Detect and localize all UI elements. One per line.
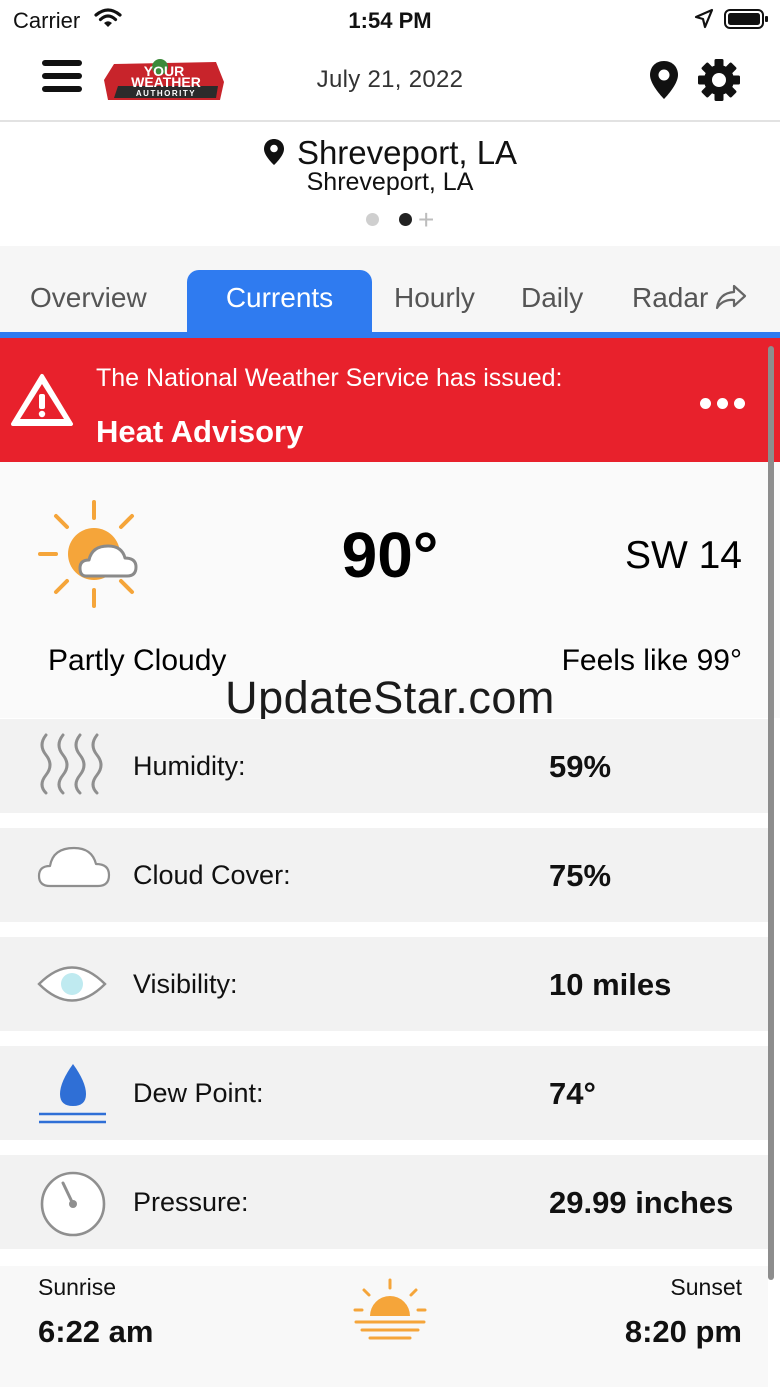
clock: 1:54 PM — [348, 8, 432, 33]
battery-icon — [724, 8, 770, 35]
tab-currents[interactable]: Currents — [187, 270, 372, 334]
humidity-label: Humidity: — [133, 751, 246, 781]
sunrise-label: Sunrise — [38, 1274, 116, 1300]
more-options-icon[interactable] — [700, 396, 760, 412]
gauge-icon — [36, 1169, 108, 1244]
tab-hourly[interactable]: Hourly — [394, 282, 475, 314]
pressure-value: 29.99 inches — [549, 1185, 734, 1220]
detail-row-dew-point: Dew Point: 74° — [0, 1046, 768, 1140]
wind-readout: SW 14 — [624, 534, 742, 577]
header-date: July 21, 2022 — [316, 66, 464, 93]
share-arrow-icon — [716, 284, 747, 310]
pressure-label: Pressure: — [133, 1187, 249, 1217]
menu-icon — [42, 60, 82, 66]
tab-bar: Overview Currents Hourly Daily Radar — [0, 246, 780, 338]
page-dot-2-active[interactable] — [399, 213, 412, 226]
add-location-icon[interactable]: + — [418, 204, 434, 236]
gear-icon — [698, 59, 740, 101]
weather-alert-banner[interactable]: The National Weather Service has issued:… — [0, 338, 780, 462]
location-header: Shreveport, LA Shreveport, LA + — [0, 122, 780, 246]
sunset-label: Sunset — [670, 1274, 742, 1300]
scroll-indicator[interactable] — [768, 346, 774, 1280]
tab-radar[interactable]: Radar — [632, 282, 748, 314]
app-header: YOUR WEATHER AUTHORITY July 21, 2022 — [0, 40, 780, 122]
page-dot-1[interactable] — [366, 213, 379, 226]
settings-button[interactable] — [697, 58, 741, 107]
sunset-value: 8:20 pm — [624, 1314, 742, 1349]
visibility-value: 10 miles — [549, 967, 672, 1002]
cloud-cover-value: 75% — [549, 858, 612, 893]
location-pin-icon — [263, 139, 284, 165]
location-subtitle: Shreveport, LA — [306, 168, 474, 196]
tab-radar-label: Radar — [632, 282, 709, 313]
dew-drop-icon — [36, 1060, 108, 1133]
location-arrow-icon — [694, 8, 714, 35]
sunset-icon — [350, 1278, 430, 1349]
watermark: UpdateStar.com — [225, 672, 555, 723]
humidity-value: 59% — [549, 749, 612, 784]
page-indicator[interactable]: + — [366, 204, 446, 235]
location-title[interactable]: Shreveport, LA — [0, 134, 780, 172]
partly-cloudy-icon — [36, 498, 156, 615]
location-name: Shreveport, LA — [296, 134, 518, 171]
map-pin-icon — [650, 61, 678, 99]
detail-row-visibility: Visibility: 10 miles — [0, 937, 768, 1031]
cloud-icon — [36, 838, 112, 897]
detail-row-pressure: Pressure: 29.99 inches — [0, 1155, 768, 1249]
eye-icon — [36, 959, 108, 1014]
logo-text-weather: WEATHER — [131, 74, 201, 90]
detail-row-cloud-cover: Cloud Cover: 75% — [0, 828, 768, 922]
alert-title: Heat Advisory — [96, 414, 304, 449]
alert-intro: The National Weather Service has issued: — [96, 364, 563, 392]
app-logo[interactable]: YOUR WEATHER AUTHORITY — [104, 56, 226, 104]
map-pin-button[interactable] — [648, 60, 680, 105]
dew-point-value: 74° — [549, 1076, 596, 1111]
visibility-label: Visibility: — [133, 969, 238, 999]
status-bar: Carrier 1:54 PM — [0, 0, 780, 40]
menu-button[interactable] — [42, 60, 86, 100]
tab-overview[interactable]: Overview — [30, 282, 147, 314]
sunrise-value: 6:22 am — [38, 1314, 154, 1349]
cloud-cover-label: Cloud Cover: — [133, 860, 291, 890]
current-temperature: 90° — [341, 519, 439, 591]
warning-icon — [10, 372, 74, 433]
logo-text-authority: AUTHORITY — [136, 89, 196, 98]
humidity-icon — [36, 731, 108, 802]
sun-times: Sunrise 6:22 am Sunset 8:20 pm — [0, 1266, 768, 1387]
detail-row-humidity: Humidity: 59% — [0, 719, 768, 813]
dew-point-label: Dew Point: — [133, 1078, 264, 1108]
tab-daily[interactable]: Daily — [521, 282, 583, 314]
